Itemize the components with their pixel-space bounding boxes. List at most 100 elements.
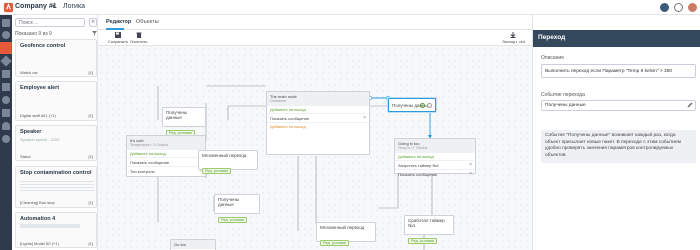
node-timer[interactable]: Сработал таймер №1 Ред. условие <box>404 215 454 244</box>
node-title: Go too <box>174 242 187 247</box>
clear-label: Очистить <box>130 39 148 44</box>
folder-icon[interactable] <box>2 109 10 117</box>
avatar[interactable] <box>688 3 697 12</box>
card-subtitle <box>20 179 94 193</box>
add-exit-button[interactable]: Добавить на выход <box>127 149 205 157</box>
page-title: Логика <box>63 3 86 10</box>
tab-editor[interactable]: Редактор <box>106 19 131 25</box>
export-label: Экспорт .dot <box>502 39 525 44</box>
search-input[interactable] <box>15 18 85 27</box>
logic-card[interactable]: Automation 4 [Lights] Model 50 (+1) [1] <box>15 212 97 248</box>
users-icon[interactable] <box>2 96 10 104</box>
gear-icon[interactable] <box>2 135 10 143</box>
card-footer: [Cleaning] Bus stop <box>20 200 55 205</box>
collapse-panel-icon[interactable]: « <box>89 18 97 27</box>
event-field[interactable]: Получены данные <box>541 100 696 111</box>
side-rail <box>0 15 12 250</box>
node-title: Сработал таймер №1 <box>408 218 445 228</box>
node-action-label: Показать сообщение <box>270 116 310 121</box>
node-header: The main node Описание <box>267 92 369 105</box>
close-icon[interactable]: × <box>469 171 472 177</box>
node-header: Going in too Temp is 17 Celsius <box>395 139 475 152</box>
card-badge: [1] <box>88 241 93 246</box>
company-name[interactable]: Company #1 <box>15 3 57 10</box>
node-header: Go too <box>171 240 215 249</box>
add-exit-button[interactable]: Добавить на выход <box>395 152 475 160</box>
save-icon <box>114 32 121 38</box>
logic-card[interactable]: Speaker Speaker speed - 2100 Stand [1] <box>15 125 97 161</box>
panel-title: Переход <box>533 30 700 47</box>
logic-icon[interactable] <box>0 42 12 54</box>
node-title: Получены данные <box>166 110 188 120</box>
logic-card[interactable]: Geofence control Watch car [1] <box>15 39 97 77</box>
node-going-in-too[interactable]: Going in too Temp is 17 Celsius Добавить… <box>394 138 476 177</box>
settings-icon[interactable] <box>674 3 683 12</box>
add-exit-button[interactable]: Добавить на выход <box>267 105 369 113</box>
node-go-too[interactable]: Go too <box>170 239 216 250</box>
logic-canvas[interactable]: Получены данные Ред. условие It's cold T… <box>98 46 532 250</box>
node-instant-1[interactable]: Мгновенный переход Ред. условие <box>198 150 258 174</box>
add-exit-button[interactable]: Добавить на выход <box>267 122 369 130</box>
card-badge: [1] <box>88 200 93 205</box>
card-title: Stop contamination control <box>20 170 92 176</box>
report-icon[interactable] <box>2 70 10 78</box>
bell-icon[interactable] <box>2 122 10 130</box>
filter-icon[interactable] <box>92 31 97 36</box>
edit-condition-tag[interactable]: Ред. условие <box>202 168 232 174</box>
close-icon[interactable]: × <box>469 162 472 168</box>
node-action-label: Показать сообщение <box>398 172 438 177</box>
help-icon[interactable] <box>660 3 669 12</box>
logic-card[interactable]: Employee alert Digital staff #01 (+1) [1… <box>15 81 97 121</box>
node-main[interactable]: The main node Описание Добавить на выход… <box>266 91 370 155</box>
node-recv-data-2[interactable]: Получены данные Ред. условие <box>214 194 260 223</box>
export-button[interactable]: Экспорт .dot <box>502 32 525 44</box>
save-button[interactable]: Сохранить <box>108 32 128 44</box>
description-label: Описание <box>541 55 565 61</box>
card-title: Automation 4 <box>20 216 56 222</box>
tag-icon[interactable] <box>0 55 12 67</box>
node-title: Мгновенный переход <box>320 225 365 230</box>
editor-area: Редактор Объекты Сохранить Очистить Эксп… <box>98 15 532 250</box>
edit-condition-tag[interactable]: Ред. условие <box>218 217 248 223</box>
card-subtitle: Speaker speed - 2100 <box>20 137 60 142</box>
node-action-row[interactable]: Тип контроль × <box>127 166 205 175</box>
logic-card[interactable]: Stop contamination control [Cleaning] Bu… <box>15 166 97 208</box>
card-footer: Watch car <box>20 70 38 75</box>
card-title: Employee alert <box>20 85 60 91</box>
tab-objects[interactable]: Объекты <box>136 19 159 25</box>
edit-icon[interactable] <box>687 102 693 108</box>
clear-button[interactable]: Очистить <box>130 32 147 44</box>
node-action-row[interactable]: Показать сообщение × <box>267 113 369 122</box>
delete-icon[interactable] <box>427 103 432 108</box>
map-icon[interactable] <box>2 31 10 39</box>
properties-panel: Переход Описание Выполнить переход если … <box>532 15 700 250</box>
node-action-row[interactable]: Показать сообщение× <box>127 157 205 166</box>
node-recv-data-1[interactable]: Получены данные Ред. условие <box>162 107 206 136</box>
card-footer: Stand <box>20 154 31 159</box>
node-its-cold[interactable]: It's cold Temperature < 3 Celsius Добави… <box>126 135 206 177</box>
toolbar: Сохранить Очистить Экспорт .dot <box>98 30 532 46</box>
shown-count: Показано 9 из 9 <box>15 31 52 37</box>
description-field[interactable]: Выполнить переход если Параметр "Temp 8 … <box>541 64 696 78</box>
node-action-row[interactable]: Показать сообщение × <box>395 169 475 178</box>
dashboard-icon[interactable] <box>2 19 10 27</box>
node-title: Получены данные <box>218 197 240 207</box>
node-action-label: Показать сообщение <box>130 160 170 165</box>
app-logo-icon[interactable] <box>3 2 14 13</box>
card-title: Speaker <box>20 129 42 135</box>
chevron-down-icon[interactable]: ▾ <box>52 3 55 10</box>
trash-icon <box>136 32 142 38</box>
help-icon[interactable] <box>420 103 425 108</box>
save-label: Сохранить <box>108 39 128 44</box>
close-icon[interactable]: × <box>363 115 366 121</box>
chart-icon[interactable] <box>2 83 10 91</box>
card-subtitle <box>20 224 80 228</box>
tab-bar: Редактор Объекты <box>98 15 532 30</box>
node-instant-2[interactable]: Мгновенный переход Ред. условие <box>316 222 376 246</box>
edit-condition-tag[interactable]: Ред. условие <box>320 240 350 246</box>
download-icon <box>510 32 516 38</box>
node-transition-selected[interactable]: Получены данны... <box>388 98 436 112</box>
edit-condition-tag[interactable]: Ред. условие <box>408 238 438 244</box>
node-action-row[interactable]: Запустить таймер №1 × <box>395 160 475 169</box>
node-subtitle: Temp is 17 Celsius <box>398 146 428 150</box>
